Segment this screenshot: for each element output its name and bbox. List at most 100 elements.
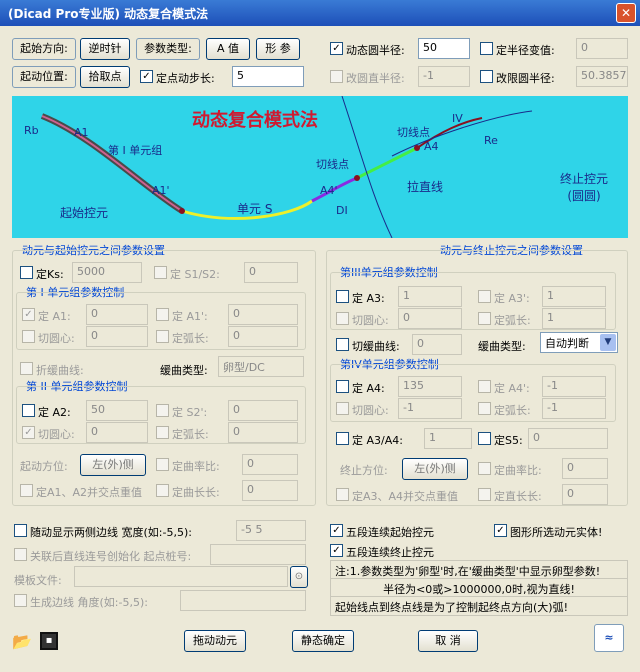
tan2-checkbox[interactable]: ✓: [22, 426, 35, 439]
a4-input[interactable]: 135: [398, 376, 462, 397]
len4-checkbox[interactable]: [478, 402, 491, 415]
len1-checkbox[interactable]: [156, 330, 169, 343]
fix-radius-checkbox[interactable]: [480, 70, 493, 83]
tan4-checkbox[interactable]: [336, 402, 349, 415]
tan3-input[interactable]: 0: [398, 308, 462, 329]
drag-element-button[interactable]: 拖动动元: [184, 630, 246, 652]
len2-checkbox[interactable]: [156, 426, 169, 439]
a3a4-input[interactable]: 1: [424, 428, 472, 449]
a4p-input[interactable]: -1: [542, 376, 606, 397]
dyn-radius-checkbox[interactable]: ✓: [330, 42, 343, 55]
s2p-checkbox[interactable]: [156, 404, 169, 417]
left-fix-len-input[interactable]: 0: [242, 480, 298, 501]
all-elements-checkbox[interactable]: ✓: [494, 524, 507, 537]
shape-param-button[interactable]: 形 参: [256, 38, 300, 60]
pick-point-button[interactable]: 拾取点: [80, 66, 130, 88]
clockwise-button[interactable]: 逆时针: [80, 38, 130, 60]
left-fix-ratio-input[interactable]: 0: [242, 454, 298, 475]
line-num-checkbox[interactable]: [14, 548, 27, 561]
a1p-input[interactable]: 0: [228, 304, 298, 325]
a1p-label: 定 A1':: [172, 310, 208, 323]
ks-input[interactable]: 5000: [72, 262, 142, 283]
output-checkbox[interactable]: [14, 594, 27, 607]
len3-checkbox[interactable]: [478, 312, 491, 325]
fix-a1a2-checkbox[interactable]: [20, 484, 33, 497]
right-arc-type-select[interactable]: 自动判断 ▼: [540, 332, 618, 353]
line-num-input[interactable]: [210, 544, 306, 565]
tan2-input[interactable]: 0: [86, 422, 148, 443]
dyn-step-input[interactable]: 5: [232, 66, 304, 87]
param-type-label: 参数类型:: [136, 38, 200, 60]
a3p-checkbox[interactable]: [478, 290, 491, 303]
len1-input[interactable]: 0: [228, 326, 298, 347]
link-end-label: 五段连续终止控元: [346, 546, 434, 559]
a3-input[interactable]: 1: [398, 286, 462, 307]
circle-half-input[interactable]: -1: [418, 66, 470, 87]
cancel-button[interactable]: 取 消: [418, 630, 478, 652]
a1p-checkbox[interactable]: [156, 308, 169, 321]
tan1-input[interactable]: 0: [86, 326, 148, 347]
len3-input[interactable]: 1: [542, 308, 606, 329]
right-dir-button[interactable]: 左(外)侧: [402, 458, 468, 480]
fixed-half-input[interactable]: 0: [576, 38, 628, 59]
label-end-ctrl: 终止控元 (圆圆): [560, 172, 609, 203]
right-fix-ratio-checkbox[interactable]: [478, 462, 491, 475]
left-fix-ratio-checkbox[interactable]: [156, 458, 169, 471]
static-confirm-button[interactable]: 静态确定: [292, 630, 354, 652]
fix-a3a4-checkbox[interactable]: [336, 488, 349, 501]
a3a4-checkbox[interactable]: [336, 432, 349, 445]
chevron-down-icon[interactable]: ▼: [600, 334, 616, 351]
len2-input[interactable]: 0: [228, 422, 298, 443]
a2-checkbox[interactable]: [22, 404, 35, 417]
s5-checkbox[interactable]: [478, 432, 491, 445]
right-fix-len-checkbox[interactable]: [478, 488, 491, 501]
tan3-checkbox[interactable]: [336, 312, 349, 325]
show-both-input[interactable]: -5 5: [236, 520, 306, 541]
link-end-checkbox[interactable]: ✓: [330, 544, 343, 557]
tan4-input[interactable]: -1: [398, 398, 462, 419]
line-num-label: 关联后直线连号创始化 起点桩号:: [30, 550, 192, 563]
right-fix-len-input[interactable]: 0: [562, 484, 608, 505]
a2-input[interactable]: 50: [86, 400, 148, 421]
dyn-step-checkbox[interactable]: ✓: [140, 70, 153, 83]
link-start-checkbox[interactable]: ✓: [330, 524, 343, 537]
left-arc-type-select[interactable]: 卵型/DC: [218, 356, 304, 377]
left-dir-button[interactable]: 左(外)侧: [80, 454, 146, 476]
label-unit-s: 单元 S: [237, 202, 273, 216]
output-input[interactable]: [180, 590, 306, 611]
dyn-radius-input[interactable]: 50: [418, 38, 470, 59]
s1s2-checkbox[interactable]: [154, 266, 167, 279]
title-bar: (Dicad Pro专业版) 动态复合模式法 ✕: [0, 0, 640, 26]
fix-radius-input[interactable]: 50.3857: [576, 66, 628, 87]
a3p-label: 定 A3':: [494, 292, 530, 305]
curve-len-checkbox[interactable]: [336, 338, 349, 351]
show-both-checkbox[interactable]: [14, 524, 27, 537]
a3-checkbox[interactable]: [336, 290, 349, 303]
a4-checkbox[interactable]: [336, 380, 349, 393]
s1s2-input[interactable]: 0: [244, 262, 298, 283]
a-value-button[interactable]: A 值: [206, 38, 250, 60]
left-fix-len-checkbox[interactable]: [156, 484, 169, 497]
save-icon[interactable]: ▪: [40, 632, 58, 650]
len2-label: 定弧长:: [172, 428, 209, 441]
output-label: 生成边线 角度(如:-5,5):: [30, 596, 148, 609]
a1-input[interactable]: 0: [86, 304, 148, 325]
fixed-half-checkbox[interactable]: [480, 42, 493, 55]
close-icon[interactable]: ✕: [616, 3, 636, 23]
circle-half-checkbox[interactable]: [330, 70, 343, 83]
a3p-input[interactable]: 1: [542, 286, 606, 307]
right-fix-ratio-input[interactable]: 0: [562, 458, 608, 479]
s2p-input[interactable]: 0: [228, 400, 298, 421]
a1-checkbox[interactable]: ✓: [22, 308, 35, 321]
s5-input[interactable]: 0: [528, 428, 608, 449]
a4p-checkbox[interactable]: [478, 380, 491, 393]
len4-input[interactable]: -1: [542, 398, 606, 419]
tool-logo-icon[interactable]: ≈: [594, 624, 624, 652]
fold-checkbox[interactable]: [20, 362, 33, 375]
folder-open-icon[interactable]: 📂: [12, 632, 32, 651]
tan1-checkbox[interactable]: [22, 330, 35, 343]
browse-icon[interactable]: ⊙: [290, 566, 308, 588]
ks-checkbox[interactable]: [20, 266, 33, 279]
template-input[interactable]: [74, 566, 288, 587]
curve-len-input[interactable]: 0: [412, 334, 462, 355]
